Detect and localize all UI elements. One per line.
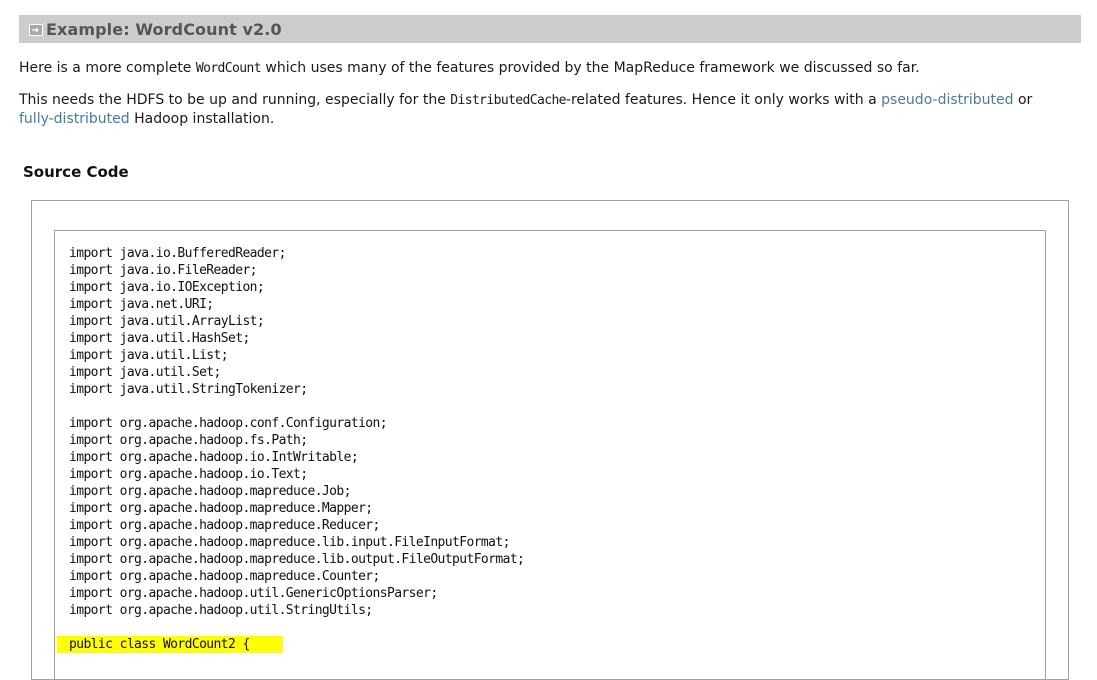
code-line: import org.apache.hadoop.util.GenericOpt… — [69, 586, 438, 601]
pseudo-distributed-link[interactable]: pseudo-distributed — [881, 92, 1013, 108]
code-line: import org.apache.hadoop.io.IntWritable; — [69, 450, 359, 465]
code-line: import java.io.BufferedReader; — [69, 246, 286, 261]
intro-paragraph-2: This needs the HDFS to be up and running… — [19, 91, 1059, 128]
code-line: import java.io.FileReader; — [69, 263, 258, 278]
source-code-heading: Source Code — [23, 163, 129, 181]
inline-code-wordcount: WordCount — [195, 61, 262, 76]
code-line: import java.util.HashSet; — [69, 331, 250, 346]
fully-distributed-link[interactable]: fully-distributed — [19, 111, 130, 127]
expand-icon[interactable] — [29, 23, 43, 36]
inline-code-distributedcache: DistributedCache — [450, 93, 566, 108]
code-line: import java.util.ArrayList; — [69, 314, 265, 329]
code-line: import java.io.IOException; — [69, 280, 265, 295]
intro-text: or — [1013, 92, 1033, 108]
code-line: import java.util.StringTokenizer; — [69, 382, 308, 397]
code-line: import java.util.List; — [69, 348, 229, 363]
intro-text: which uses many of the features provided… — [260, 60, 920, 76]
intro-text: Hadoop installation. — [129, 111, 275, 127]
code-line: import org.apache.hadoop.conf.Configurat… — [69, 416, 388, 431]
code-line: import org.apache.hadoop.mapreduce.Count… — [69, 569, 380, 584]
intro-paragraph-1: Here is a more complete WordCount which … — [19, 59, 1059, 78]
code-line-highlighted: public class WordCount2 { — [57, 636, 283, 653]
code-lines: import java.io.BufferedReader; import jav… — [57, 245, 525, 653]
section-title: Example: WordCount v2.0 — [46, 19, 282, 39]
code-line: import org.apache.hadoop.mapreduce.lib.o… — [69, 552, 525, 567]
code-line: import java.util.Set; — [69, 365, 221, 380]
section-header[interactable]: Example: WordCount v2.0 — [19, 15, 1081, 43]
intro-text: -related features. Hence it only works w… — [565, 92, 882, 108]
code-line: import org.apache.hadoop.io.Text; — [69, 467, 308, 482]
code-line: import org.apache.hadoop.util.StringUtil… — [69, 603, 373, 618]
code-block[interactable]: import java.io.BufferedReader; import jav… — [54, 230, 1046, 680]
code-line: import org.apache.hadoop.mapreduce.Job; — [69, 484, 351, 499]
code-line: import org.apache.hadoop.mapreduce.lib.i… — [69, 535, 510, 550]
code-line: import org.apache.hadoop.mapreduce.Reduc… — [69, 518, 380, 533]
code-line: import org.apache.hadoop.fs.Path; — [69, 433, 308, 448]
intro-text: This needs the HDFS to be up and running… — [19, 92, 451, 108]
code-line: import org.apache.hadoop.mapreduce.Mappe… — [69, 501, 373, 516]
intro-text: Here is a more complete — [19, 60, 196, 76]
code-line: import java.net.URI; — [69, 297, 214, 312]
